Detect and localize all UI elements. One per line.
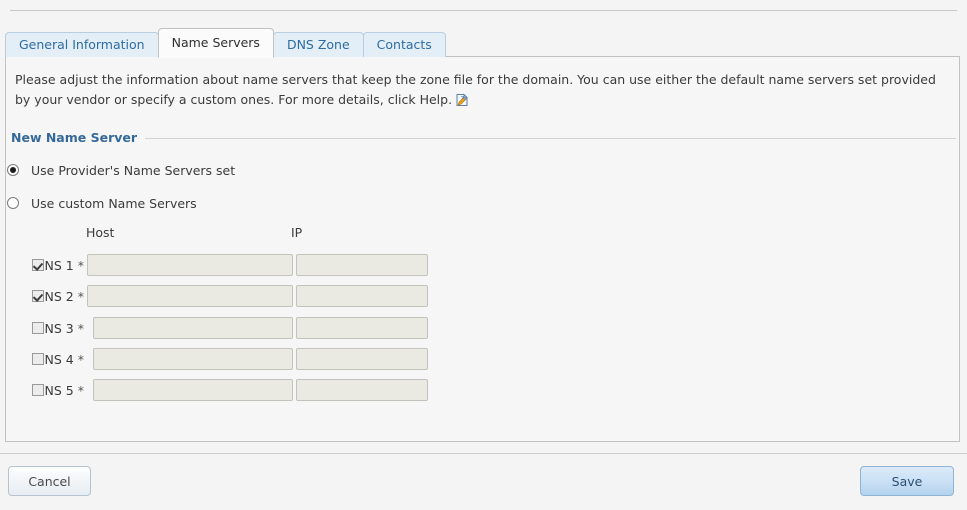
radio-label: Use Provider's Name Servers set: [31, 162, 236, 178]
table-row: NS 2 *: [6, 283, 428, 309]
table-row: NS 3 *: [6, 315, 428, 341]
column-header-ip: IP: [291, 225, 303, 240]
required-marker: *: [77, 320, 84, 336]
ns-row-label: NS 5 *: [45, 383, 84, 398]
ns-ip-input[interactable]: [296, 348, 428, 370]
table-row: NS 1 *: [6, 252, 428, 278]
tab-label: General Information: [19, 36, 145, 52]
ns-enable-checkbox[interactable]: [31, 259, 44, 271]
ns-host-input[interactable]: [93, 348, 293, 370]
ns-enable-checkbox[interactable]: [31, 322, 44, 334]
ns-row-label: NS 4 *: [45, 352, 84, 367]
ns-row-name: NS 1: [44, 257, 74, 273]
ns-enable-checkbox-wrap[interactable]: NS 5 *: [6, 383, 84, 398]
domain-settings-page: General Information Name Servers DNS Zon…: [0, 0, 967, 510]
table-row: NS 5 *: [6, 377, 428, 403]
required-marker: *: [77, 382, 84, 398]
tab-dns-zone[interactable]: DNS Zone: [272, 32, 364, 57]
section-title: New Name Server: [11, 130, 146, 145]
radio-indicator[interactable]: [7, 164, 19, 176]
help-document-icon[interactable]: ?: [455, 93, 469, 113]
ns-ip-input[interactable]: [296, 379, 428, 401]
ns-enable-checkbox[interactable]: [31, 353, 44, 365]
ns-ip-input[interactable]: [296, 317, 428, 339]
ns-enable-checkbox-wrap[interactable]: NS 2 *: [6, 289, 84, 304]
ns-ip-input[interactable]: [296, 254, 428, 276]
section-divider: [11, 138, 956, 139]
ns-enable-checkbox[interactable]: [31, 384, 44, 396]
cancel-button[interactable]: Cancel: [8, 466, 91, 496]
ns-row-label: NS 1 *: [45, 258, 84, 273]
ns-host-input[interactable]: [87, 285, 293, 307]
column-header-host: Host: [86, 225, 115, 240]
radio-indicator[interactable]: [7, 197, 19, 209]
ns-host-input[interactable]: [93, 317, 293, 339]
table-row: NS 4 *: [6, 346, 428, 372]
name-servers-panel: Please adjust the information about name…: [5, 56, 960, 442]
top-divider: [10, 10, 957, 11]
save-button[interactable]: Save: [860, 466, 954, 496]
ns-row-label: NS 2 *: [45, 289, 84, 304]
ns-enable-checkbox-wrap[interactable]: NS 3 *: [6, 321, 84, 336]
tab-label: DNS Zone: [286, 36, 350, 52]
cancel-button-label: Cancel: [28, 473, 71, 489]
new-name-server-section-header: New Name Server: [11, 130, 956, 146]
radio-option-provider-name-servers[interactable]: Use Provider's Name Servers set: [7, 161, 235, 179]
ns-row-name: NS 5: [44, 382, 74, 398]
ns-enable-checkbox[interactable]: [31, 290, 44, 302]
ns-row-name: NS 2: [44, 288, 74, 304]
save-button-label: Save: [891, 473, 923, 489]
tab-label: Contacts: [376, 36, 432, 52]
intro-text: Please adjust the information about name…: [15, 72, 936, 107]
ns-host-input[interactable]: [93, 379, 293, 401]
ns-host-input[interactable]: [87, 254, 293, 276]
tab-general-information[interactable]: General Information: [5, 32, 159, 57]
ns-enable-checkbox-wrap[interactable]: NS 1 *: [6, 258, 84, 273]
required-marker: *: [77, 288, 84, 304]
radio-label: Use custom Name Servers: [31, 195, 197, 211]
intro-text-block: Please adjust the information about name…: [15, 70, 955, 113]
radio-option-custom-name-servers[interactable]: Use custom Name Servers: [7, 194, 197, 212]
tab-label: Name Servers: [171, 34, 260, 50]
required-marker: *: [77, 351, 84, 367]
required-marker: *: [77, 257, 84, 273]
tab-bar: General Information Name Servers DNS Zon…: [5, 24, 446, 58]
ns-row-name: NS 4: [44, 351, 74, 367]
footer-divider: [0, 453, 967, 454]
ns-ip-input[interactable]: [296, 285, 428, 307]
ns-row-name: NS 3: [44, 320, 74, 336]
ns-row-label: NS 3 *: [45, 321, 84, 336]
tab-contacts[interactable]: Contacts: [362, 32, 446, 57]
tab-name-servers[interactable]: Name Servers: [157, 28, 274, 58]
ns-enable-checkbox-wrap[interactable]: NS 4 *: [6, 352, 84, 367]
